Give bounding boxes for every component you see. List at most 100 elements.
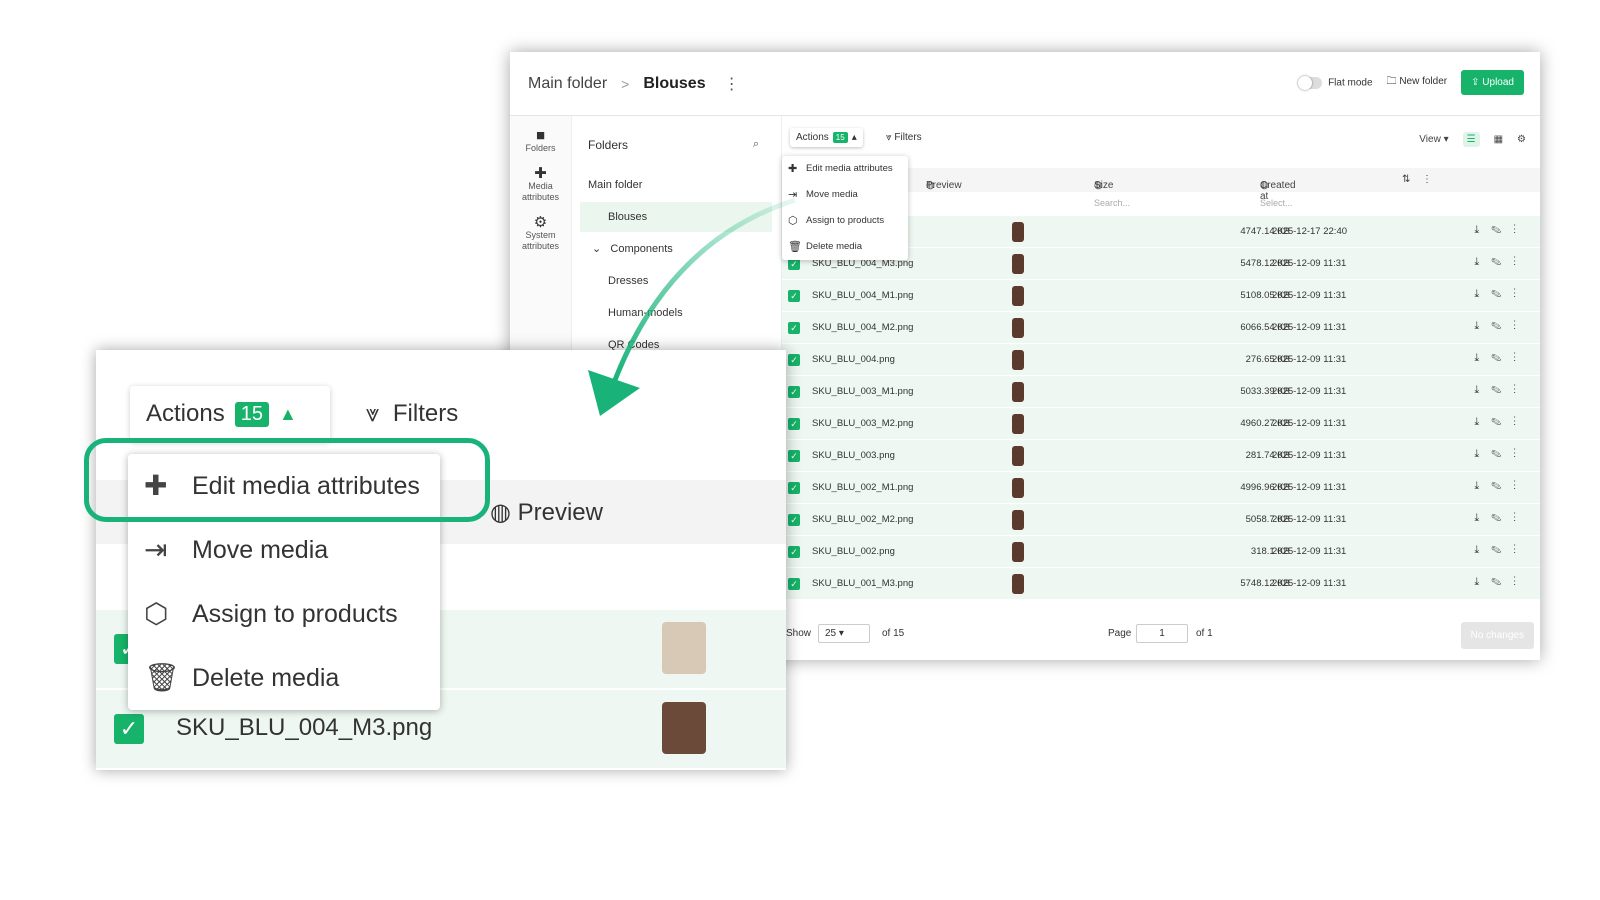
row-menu-icon[interactable]: ⋮ xyxy=(1513,544,1528,556)
row-menu-icon[interactable]: ⋮ xyxy=(1513,480,1528,492)
table-row[interactable]: ✓ SKU_BLU_003.png 281.74 KB 2025-12-09 11:3… xyxy=(782,440,1540,472)
actions-button[interactable]: Actions 15 ▴ xyxy=(790,128,863,147)
table-row[interactable]: ✓ SKU_BLU_004_M2.png 6066.54 KB 2025-12-09 … xyxy=(782,312,1540,344)
row-filename: SKU_BLU_003_M2.png xyxy=(812,418,914,429)
pencil-icon[interactable]: ✎ xyxy=(1491,512,1513,524)
preview-thumbnail[interactable] xyxy=(1012,478,1024,498)
download-icon[interactable]: ⤓ xyxy=(1474,448,1491,460)
download-icon[interactable]: ⤓ xyxy=(1474,512,1491,524)
no-changes-button[interactable]: No changes xyxy=(1460,622,1534,649)
pencil-icon[interactable]: ✎ xyxy=(1491,480,1513,492)
row-menu-icon[interactable]: ⋮ xyxy=(1513,288,1528,300)
size-filter-input[interactable]: Search... xyxy=(1094,198,1130,208)
rail-item-system-attributes[interactable]: ⚙ System attributes xyxy=(510,215,571,252)
row-menu-icon[interactable]: ⋮ xyxy=(1513,320,1528,332)
preview-thumbnail[interactable] xyxy=(1012,254,1024,274)
preview-thumbnail[interactable] xyxy=(1012,318,1024,338)
row-menu-icon[interactable]: ⋮ xyxy=(1513,416,1528,428)
table-row[interactable]: ✓ SKU_BLU_004.png 276.65 KB 2025-12-09 11:3… xyxy=(782,344,1540,376)
upload-button[interactable]: ⇪ Upload xyxy=(1461,70,1524,95)
preview-thumbnail[interactable] xyxy=(1012,350,1024,370)
download-icon[interactable]: ⤓ xyxy=(1474,320,1491,332)
grid-view-icon[interactable]: ▦ xyxy=(1494,134,1503,145)
menu-item-move-media[interactable]: ⇥ Move media xyxy=(128,518,440,582)
list-view-icon[interactable]: ☰ xyxy=(1462,132,1480,147)
row-checkbox[interactable]: ✓ xyxy=(788,450,800,462)
row-actions: ⤓✎⋮ xyxy=(1474,288,1528,301)
flat-mode-toggle[interactable]: Flat mode xyxy=(1298,75,1373,90)
rail-item-folders[interactable]: ■ Folders xyxy=(510,128,571,154)
download-icon[interactable]: ⤓ xyxy=(1474,256,1491,268)
menu-item-assign-products[interactable]: ⬡ Assign to products xyxy=(128,582,440,646)
sort-icon[interactable]: ⇅ xyxy=(1402,174,1410,185)
row-checkbox[interactable]: ✓ xyxy=(788,482,800,494)
pencil-icon[interactable]: ✎ xyxy=(1491,576,1513,588)
column-menu-icon[interactable]: ⋮ xyxy=(1422,174,1432,185)
preview-header-zoomed[interactable]: ◍ Preview xyxy=(490,498,603,527)
rail-item-media-attributes[interactable]: ✚ Media attributes xyxy=(510,166,571,203)
preview-thumbnail[interactable] xyxy=(1012,382,1024,402)
view-dropdown[interactable]: View ▾ xyxy=(1419,134,1448,145)
double-chevron-down-icon: ⩔ xyxy=(886,132,892,143)
row-menu-icon[interactable]: ⋮ xyxy=(1513,256,1528,268)
page-number-input[interactable]: 1 xyxy=(1136,624,1188,643)
filters-button[interactable]: ⩔ Filters xyxy=(886,132,922,143)
table-row[interactable]: ✓ SKU_BLU_001_M3.png 5748.12 KB 2025-12-09 … xyxy=(782,568,1540,600)
preview-thumbnail[interactable] xyxy=(1012,542,1024,562)
pencil-icon[interactable]: ✎ xyxy=(1491,288,1513,300)
breadcrumb-root[interactable]: Main folder xyxy=(528,75,607,93)
preview-thumbnail[interactable] xyxy=(1012,574,1024,594)
actions-button-zoomed[interactable]: Actions 15 ▲ xyxy=(130,386,330,442)
pencil-icon[interactable]: ✎ xyxy=(1491,544,1513,556)
row-menu-icon[interactable]: ⋮ xyxy=(1513,512,1528,524)
table-row[interactable]: ✓ SKU_BLU_002_M1.png 4996.96 KB 2025-12-09 … xyxy=(782,472,1540,504)
row-menu-icon[interactable]: ⋮ xyxy=(1513,384,1528,396)
preview-thumbnail[interactable] xyxy=(662,622,706,674)
search-icon[interactable]: ⌕ xyxy=(753,138,759,151)
preview-thumbnail[interactable] xyxy=(1012,446,1024,466)
row-filename: SKU_BLU_002_M1.png xyxy=(812,482,914,493)
download-icon[interactable]: ⤓ xyxy=(1474,288,1491,300)
table-row[interactable]: ✓ SKU_BLU_004_M1.png 5108.05 KB 2025-12-09 … xyxy=(782,280,1540,312)
download-icon[interactable]: ⤓ xyxy=(1474,544,1491,556)
download-icon[interactable]: ⤓ xyxy=(1474,224,1491,236)
vertical-dots-icon[interactable]: ⋮ xyxy=(724,74,740,94)
page-size-select[interactable]: 25 ▾ xyxy=(818,624,870,643)
row-menu-icon[interactable]: ⋮ xyxy=(1513,448,1528,460)
new-folder-button[interactable]: 🗀 New folder xyxy=(1387,74,1448,91)
pencil-icon[interactable]: ✎ xyxy=(1491,384,1513,396)
download-icon[interactable]: ⤓ xyxy=(1474,384,1491,396)
filters-button-zoomed[interactable]: ⩔ Filters xyxy=(366,400,458,428)
menu-item-edit-attributes[interactable]: ✚ Edit media attributes xyxy=(782,156,908,182)
pencil-icon[interactable]: ✎ xyxy=(1491,320,1513,332)
row-menu-icon[interactable]: ⋮ xyxy=(1513,576,1528,588)
pencil-icon[interactable]: ✎ xyxy=(1491,416,1513,428)
settings-gear-icon[interactable]: ⚙ xyxy=(1517,134,1526,145)
table-row[interactable]: ✓ SKU_BLU_003_M1.png 5033.39 KB 2025-12-09 … xyxy=(782,376,1540,408)
pencil-icon[interactable]: ✎ xyxy=(1491,352,1513,364)
toggle-switch-icon[interactable] xyxy=(1298,75,1323,90)
table-row[interactable]: ✓ SKU_BLU_002.png 318.1 KB 2025-12-09 11:31… xyxy=(782,536,1540,568)
download-icon[interactable]: ⤓ xyxy=(1474,416,1491,428)
created-filter-select[interactable]: Select... xyxy=(1260,198,1293,208)
menu-item-delete-media[interactable]: 🗑 Delete media xyxy=(128,646,440,710)
row-checkbox[interactable]: ✓ xyxy=(788,514,800,526)
download-icon[interactable]: ⤓ xyxy=(1474,352,1491,364)
preview-thumbnail[interactable] xyxy=(1012,510,1024,530)
pencil-icon[interactable]: ✎ xyxy=(1491,448,1513,460)
row-menu-icon[interactable]: ⋮ xyxy=(1513,224,1528,236)
preview-thumbnail[interactable] xyxy=(1012,222,1024,242)
table-row[interactable]: ✓ SKU_BLU_003_M2.png 4960.27 KB 2025-12-09 … xyxy=(782,408,1540,440)
download-icon[interactable]: ⤓ xyxy=(1474,480,1491,492)
pencil-icon[interactable]: ✎ xyxy=(1491,224,1513,236)
row-menu-icon[interactable]: ⋮ xyxy=(1513,352,1528,364)
row-checkbox[interactable]: ✓ xyxy=(114,714,144,744)
preview-thumbnail[interactable] xyxy=(1012,414,1024,434)
row-checkbox[interactable]: ✓ xyxy=(788,546,800,558)
table-row[interactable]: ✓ SKU_BLU_002_M2.png 5058.7 KB 2025-12-09 1… xyxy=(782,504,1540,536)
row-checkbox[interactable]: ✓ xyxy=(788,578,800,590)
download-icon[interactable]: ⤓ xyxy=(1474,576,1491,588)
pencil-icon[interactable]: ✎ xyxy=(1491,256,1513,268)
preview-thumbnail[interactable] xyxy=(1012,286,1024,306)
preview-thumbnail[interactable] xyxy=(662,702,706,754)
